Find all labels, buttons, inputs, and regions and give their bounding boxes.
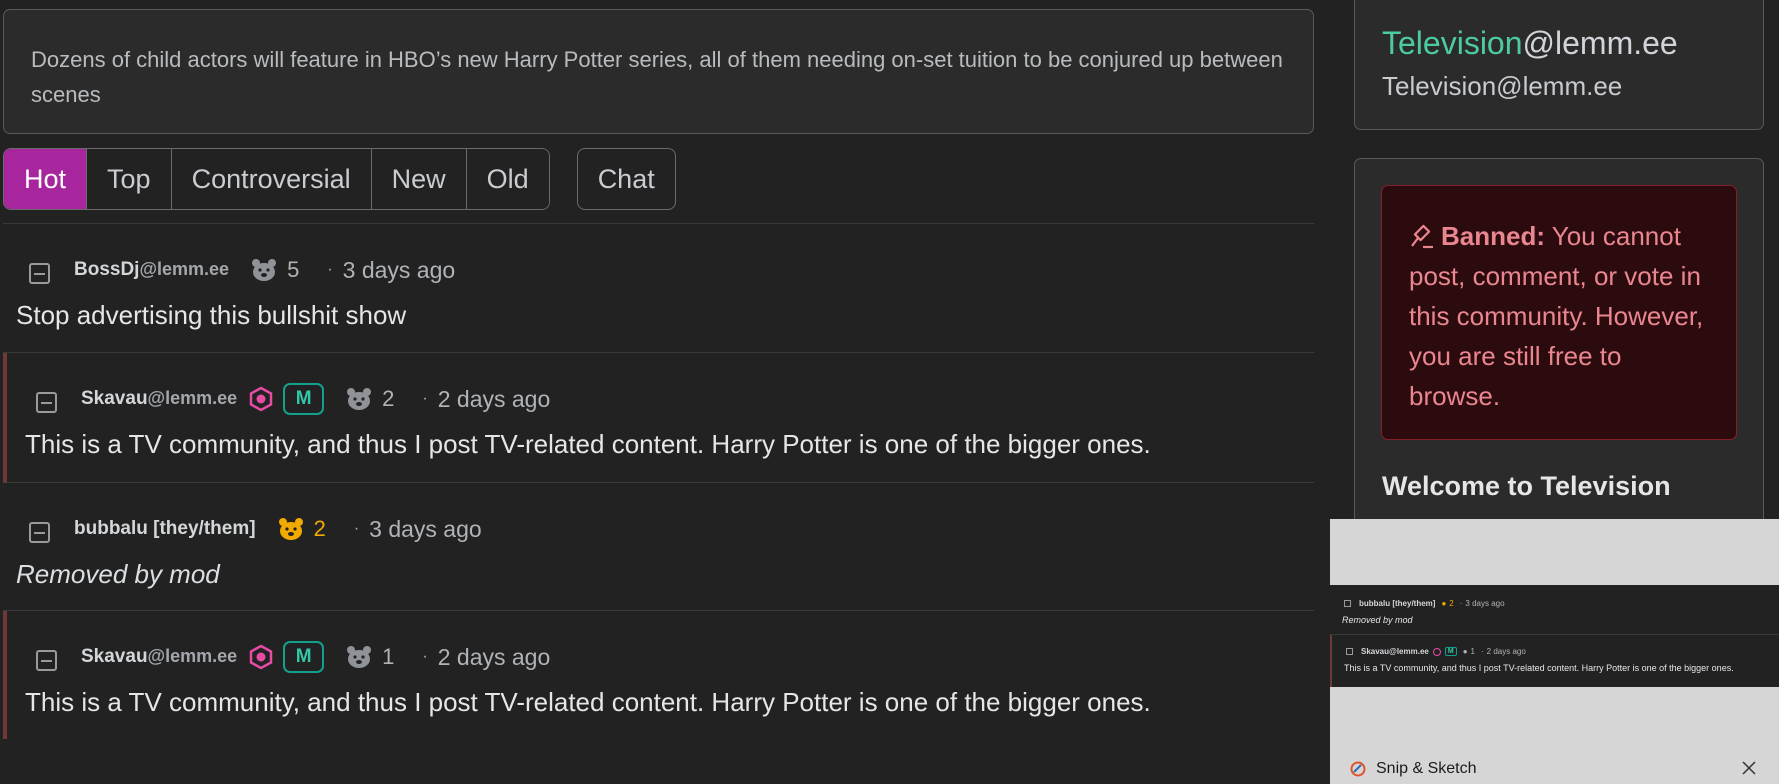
comment-reply: Skavau@lemm.ee M 2 · 2 days ago This is … [3, 353, 1314, 483]
collapse-icon [1344, 600, 1351, 607]
admin-hexagon-icon [1432, 647, 1441, 656]
comment: BossDj@lemm.ee 5 · 3 days ago Stop adver… [3, 224, 1314, 353]
sort-top-button[interactable]: Top [87, 149, 172, 209]
moderator-badge: M [283, 383, 325, 415]
close-icon[interactable] [1741, 760, 1757, 776]
preview-comment: bubbalu [they/them] ● 2 · 3 days ago Rem… [1330, 585, 1779, 635]
comment-time: 2 days ago [437, 643, 551, 670]
sort-new-button[interactable]: New [371, 149, 467, 209]
bear-icon: ● [1441, 599, 1447, 608]
comment-author[interactable]: Skavau@lemm.ee [81, 388, 237, 410]
ban-alert: Banned: You cannot post, comment, or vot… [1381, 185, 1737, 440]
comment-header: Skavau@lemm.ee M 2 · 2 days ago [36, 383, 551, 415]
snip-app-name: Snip & Sketch [1376, 760, 1477, 777]
collapse-icon[interactable] [36, 391, 57, 413]
separator-dot: · [422, 390, 428, 407]
comment-reply: Skavau@lemm.ee M 1 · 2 days ago This is … [3, 611, 1314, 739]
collapse-icon[interactable] [29, 521, 50, 543]
comment-score[interactable]: 2 [278, 516, 326, 542]
collapse-icon[interactable] [29, 262, 50, 284]
preview-comment-reply: Skavau@lemm.ee M ● 1 · 2 days ago This i… [1330, 635, 1779, 687]
snip-footer: Snip & Sketch [1330, 754, 1779, 784]
comment-body: Stop advertising this bullshit show [16, 300, 407, 330]
comment-score[interactable]: 2 [346, 386, 394, 412]
comment-score[interactable]: 1 [346, 644, 394, 670]
comment-author[interactable]: bubbalu [they/them] [74, 518, 256, 540]
comment-header: bubbalu [they/them] 2 · 3 days ago [29, 515, 482, 543]
bear-icon [347, 646, 372, 668]
bear-icon [278, 518, 303, 540]
comment-body: This is a TV community, and thus I post … [25, 687, 1151, 717]
admin-hexagon-icon [247, 643, 275, 671]
sort-old-button[interactable]: Old [466, 149, 549, 209]
snip-sketch-logo-icon [1350, 761, 1366, 777]
separator-dot: · [327, 261, 333, 278]
post-summary: Dozens of child actors will feature in H… [3, 9, 1314, 134]
collapse-icon[interactable] [36, 649, 57, 671]
community-welcome-heading: Welcome to Television [1382, 471, 1671, 501]
snip-preview-image[interactable]: bubbalu [they/them] ● 2 · 3 days ago Rem… [1330, 585, 1779, 687]
comment-header: Skavau@lemm.ee M 1 · 2 days ago [36, 641, 551, 673]
snip-notification[interactable]: bubbalu [they/them] ● 2 · 3 days ago Rem… [1330, 519, 1779, 784]
community-info-card: Television@lemm.ee Television@lemm.ee [1354, 0, 1764, 130]
comment-author[interactable]: BossDj@lemm.ee [74, 259, 229, 281]
separator-dot: · [422, 648, 428, 665]
sort-hot-button[interactable]: Hot [4, 149, 88, 209]
preview-comment-header: Skavau@lemm.ee M ● 1 · 2 days ago [1346, 647, 1526, 656]
comment-score[interactable]: 5 [251, 257, 299, 283]
bear-icon [252, 259, 277, 281]
moderator-badge: M [283, 641, 325, 673]
comment-removed-notice: Removed by mod [16, 559, 220, 589]
bear-icon [347, 388, 372, 410]
comment-time: 3 days ago [342, 256, 456, 283]
separator-dot: · [353, 520, 360, 537]
ban-label: Banned: [1441, 221, 1545, 251]
gavel-icon [1411, 224, 1433, 249]
sort-bar: Hot Top Controversial New Old Chat [3, 148, 676, 210]
comment-body: This is a TV community, and thus I post … [25, 429, 1151, 459]
bear-icon: ● [1462, 647, 1468, 656]
sort-options: Hot Top Controversial New Old [3, 148, 550, 210]
community-subtitle: Television@lemm.ee [1382, 71, 1623, 101]
main-column: Dozens of child actors will feature in H… [3, 0, 1314, 784]
collapse-icon [1346, 648, 1353, 655]
preview-comment-header: bubbalu [they/them] ● 2 · 3 days ago [1344, 599, 1505, 608]
admin-hexagon-icon [247, 385, 275, 413]
comment-time: 2 days ago [437, 385, 551, 412]
post-summary-text: Dozens of child actors will feature in H… [31, 47, 1283, 107]
comment: bubbalu [they/them] 2 · 3 days ago Remov… [3, 483, 1314, 611]
comment-author[interactable]: Skavau@lemm.ee [81, 646, 237, 668]
sort-controversial-button[interactable]: Controversial [171, 149, 372, 209]
comment-time: 3 days ago [369, 515, 482, 542]
comment-header: BossDj@lemm.ee 5 · 3 days ago [29, 256, 455, 284]
chat-view-button[interactable]: Chat [576, 148, 676, 210]
community-title[interactable]: Television@lemm.ee [1382, 25, 1678, 62]
